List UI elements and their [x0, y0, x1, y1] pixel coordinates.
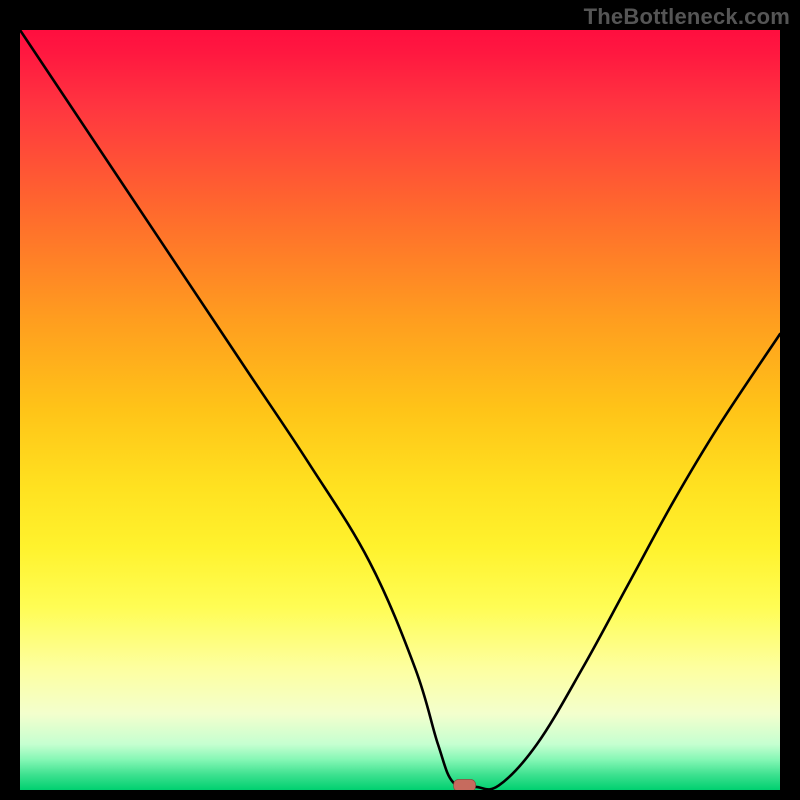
curve-layer	[20, 30, 780, 790]
plot-area	[20, 30, 780, 790]
chart-frame: TheBottleneck.com	[0, 0, 800, 800]
bottleneck-curve	[20, 30, 780, 789]
watermark-text: TheBottleneck.com	[584, 4, 790, 30]
optimal-point-marker	[454, 779, 476, 790]
